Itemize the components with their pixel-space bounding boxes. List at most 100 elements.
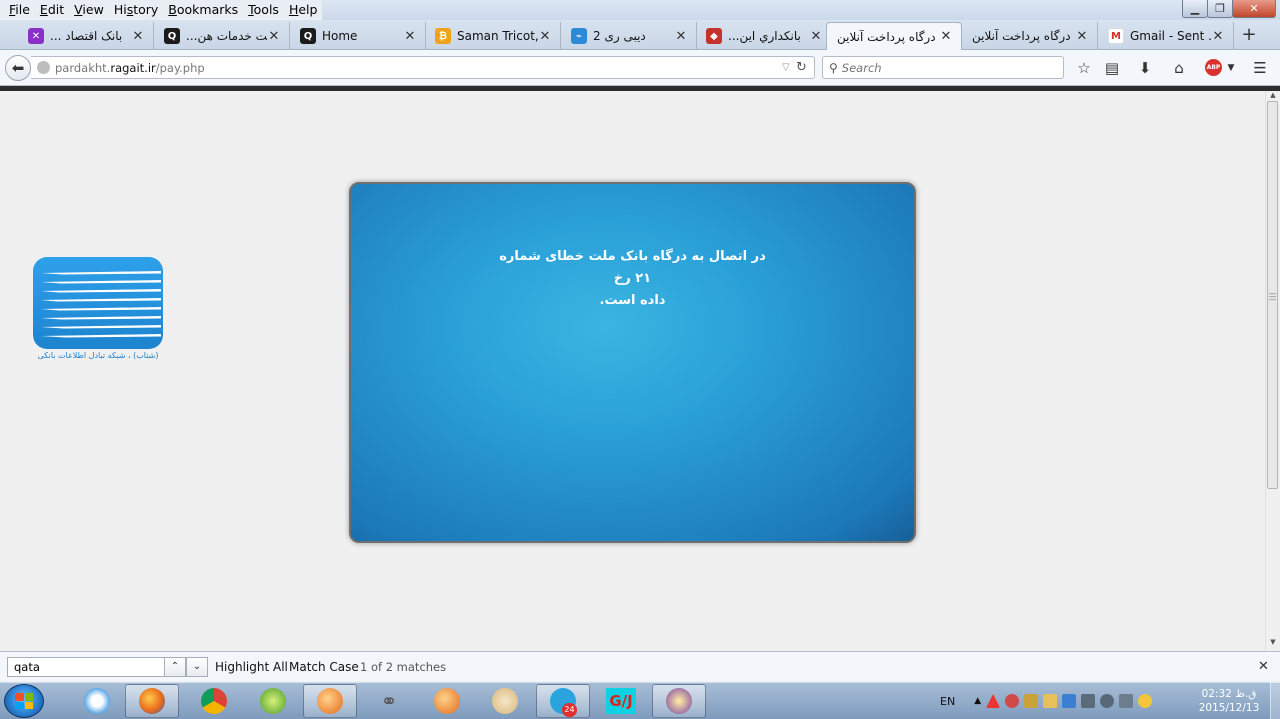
notification-badge-icon[interactable] (1005, 694, 1020, 708)
url-domain: ragait.ir (110, 60, 156, 75)
download-icon[interactable]: ⬇ (1135, 59, 1155, 77)
close-window-button[interactable]: ✕ (1232, 0, 1276, 18)
tab-title: ...بانکداري اين (728, 29, 801, 43)
tab-title: Gmail - Sent ... (1130, 29, 1211, 43)
search-box[interactable]: ⚲ (822, 56, 1064, 79)
clock-date: 2015/12/13 (1198, 702, 1260, 714)
find-input[interactable] (7, 657, 165, 677)
firefox-orange-icon-2 (434, 688, 460, 714)
firefox-icon (139, 688, 165, 714)
telegram-unread-badge: 24 (562, 703, 577, 717)
corel-icon (260, 688, 286, 714)
taskbar-chrome[interactable] (187, 684, 241, 718)
quora-like-icon: Q (164, 28, 180, 44)
bookmark-star-icon[interactable]: ☆ (1074, 59, 1094, 77)
tab-company-services[interactable]: Q ...شرکت خدمات هن ✕ (154, 22, 290, 50)
search-app-icon (84, 688, 110, 714)
tab-close-icon[interactable]: ✕ (939, 29, 953, 44)
address-bar[interactable]: pardakht.ragait.ir/pay.php ▽ ↻ (31, 56, 815, 79)
tab-close-icon[interactable]: ✕ (403, 29, 417, 44)
highlight-all-button[interactable]: Highlight All (215, 660, 288, 674)
menu-tools[interactable]: Tools (243, 0, 284, 20)
scroll-down-icon[interactable]: ▼ (1266, 638, 1280, 646)
tray-app-icon[interactable] (1024, 694, 1039, 708)
chrome-icon (201, 688, 227, 714)
match-case-button[interactable]: Match Case (289, 660, 359, 674)
maximize-button[interactable]: ❐ (1207, 0, 1233, 18)
tab-bank-eghtesad[interactable]: ✕ ... بانک اقتصاد ✕ (18, 22, 154, 50)
emoji-icon[interactable] (1138, 694, 1153, 708)
tray-folder-icon[interactable] (1043, 694, 1058, 708)
tab-close-icon[interactable]: ✕ (1075, 29, 1089, 44)
find-next-button[interactable]: ⌄ (186, 657, 208, 677)
tab-close-icon[interactable]: ✕ (809, 29, 823, 44)
find-match-count: 1 of 2 matches (360, 660, 447, 674)
taskbar-app-orange-2[interactable] (420, 684, 474, 718)
site-identity-icon[interactable] (37, 61, 50, 74)
shetab-lines-icon (41, 271, 161, 338)
warning-icon[interactable] (986, 694, 1001, 708)
navigation-toolbar: ⬅ pardakht.ragait.ir/pay.php ▽ ↻ ⚲ ☆ ▤ ⬇… (0, 50, 1280, 86)
taskbar-yahoo-messenger[interactable] (652, 684, 706, 718)
volume-icon[interactable] (1100, 694, 1115, 708)
taskbar-search-app[interactable] (70, 684, 124, 718)
tab-home[interactable]: Q Home ✕ (290, 22, 426, 50)
system-clock[interactable]: 02:32 ق.ظ 2015/12/13 (1192, 687, 1266, 715)
minimize-button[interactable]: ▁ (1182, 0, 1208, 18)
chain-icon: ⚭ (380, 689, 398, 713)
taskbar-gj-app[interactable]: G/J (594, 684, 648, 718)
url-text[interactable]: pardakht.ragait.ir/pay.php (55, 61, 782, 75)
network-signal-icon[interactable] (1081, 694, 1096, 708)
url-history-dropdown-icon[interactable]: ▽ (782, 62, 796, 73)
search-input[interactable] (841, 60, 1052, 75)
tab-strip: ✕ ... بانک اقتصاد ✕ Q ...شرکت خدمات هن ✕… (0, 20, 1280, 50)
language-indicator[interactable]: EN (940, 695, 955, 708)
tab-payment-gateway[interactable]: درگاه پرداخت آنلاین ✕ (962, 22, 1098, 50)
tab-close-icon[interactable]: ✕ (1211, 29, 1225, 44)
home-icon[interactable]: ⌂ (1169, 59, 1189, 77)
show-desktop-button[interactable] (1270, 682, 1280, 719)
tab-gmail[interactable]: M Gmail - Sent ... ✕ (1098, 22, 1234, 50)
chart-icon: ⌁ (571, 28, 587, 44)
scroll-grip-icon: — — — (1268, 289, 1277, 304)
tab-title: درگاه پرداخت آنلاین (837, 29, 936, 44)
tab-dibi[interactable]: ⌁ دیبی ری 2 ✕ (561, 22, 697, 50)
reload-icon[interactable]: ↻ (796, 60, 814, 75)
taskbar-app-orange[interactable] (303, 684, 357, 718)
tab-close-icon[interactable]: ✕ (538, 29, 552, 44)
tray-expand-icon[interactable]: ▲ (974, 696, 981, 706)
power-icon[interactable] (1119, 694, 1134, 708)
new-tab-button[interactable]: + (1238, 24, 1260, 46)
taskbar-firefox[interactable] (125, 684, 179, 718)
adblock-plus-icon[interactable]: ABP (1205, 59, 1222, 76)
menu-bookmarks[interactable]: Bookmarks (163, 0, 243, 20)
menu-edit[interactable]: Edit (35, 0, 69, 20)
tab-banking[interactable]: ◆ ...بانکداري اين ✕ (696, 22, 832, 50)
chevron-up-icon: ⌃ (170, 661, 180, 672)
back-button[interactable]: ⬅ (5, 55, 31, 81)
taskbar-corel[interactable] (246, 684, 300, 718)
menu-history[interactable]: History (109, 0, 163, 20)
tab-close-icon[interactable]: ✕ (131, 29, 145, 44)
menu-file[interactable]: File (4, 0, 35, 20)
scroll-up-icon[interactable]: ▲ (1266, 91, 1280, 99)
find-previous-button[interactable]: ⌃ (164, 657, 186, 677)
taskbar-chain-app[interactable]: ⚭ (362, 684, 416, 718)
reading-list-icon[interactable]: ▤ (1102, 59, 1122, 77)
chevron-down-icon: ⌄ (192, 661, 202, 672)
find-close-icon[interactable]: ✕ (1258, 659, 1269, 674)
menu-help[interactable]: Help (284, 0, 323, 20)
quora-like-icon: Q (300, 28, 316, 44)
url-subdomain: pardakht. (55, 60, 111, 75)
tab-close-icon[interactable]: ✕ (267, 29, 281, 44)
shetab-logo (33, 257, 163, 349)
adblock-dropdown-icon[interactable]: ▼ (1221, 63, 1241, 81)
tab-title: درگاه پرداخت آنلاین (972, 29, 1071, 43)
tab-close-icon[interactable]: ✕ (674, 29, 688, 44)
menu-view[interactable]: View (69, 0, 109, 20)
hamburger-menu-icon[interactable]: ☰ (1250, 59, 1270, 77)
tab-saman-tricot[interactable]: ₿ Saman Tricot, ... ✕ (425, 22, 561, 50)
taskbar-paint[interactable] (478, 684, 532, 718)
tab-payment-gateway-active[interactable]: درگاه پرداخت آنلاین ✕ (826, 22, 962, 50)
tray-check-icon[interactable] (1062, 694, 1077, 708)
